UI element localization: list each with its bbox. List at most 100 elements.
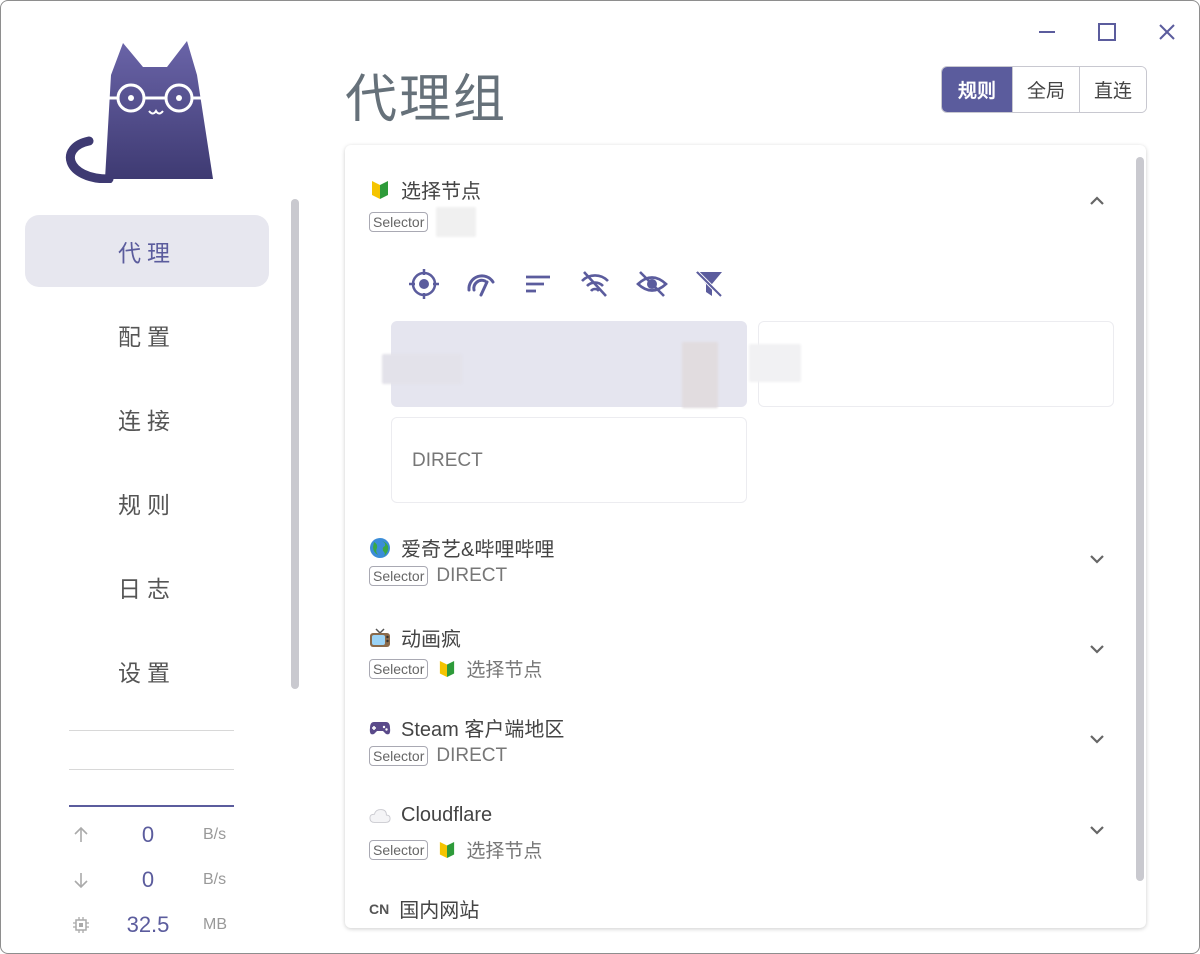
memory-usage-unit: MB (203, 916, 227, 933)
sidebar-item-label: 连接 (118, 408, 176, 434)
proxy-group-header[interactable]: 动画疯 Selector 选择节点 (369, 623, 1109, 693)
group-name: 爱奇艺&哔哩哔哩 (401, 539, 555, 561)
download-speed-value: 0 (141, 867, 155, 892)
mode-global-button[interactable]: 全局 (1012, 67, 1079, 112)
traffic-graph-baseline (69, 805, 234, 807)
sidebar-item-label: 设置 (118, 660, 176, 686)
window-controls (1029, 15, 1185, 49)
sidebar: 代理 配置 连接 规则 日志 设置 0 B/s 0 B/s 32.5 MB (1, 1, 301, 953)
beginner-badge-icon (436, 658, 458, 680)
eye-off-icon (636, 271, 668, 297)
chevron-down-icon[interactable] (1085, 637, 1109, 661)
chevron-down-icon[interactable] (1085, 547, 1109, 571)
wifi-off-icon (581, 271, 609, 297)
group-name: Steam 客户端地区 (401, 719, 565, 741)
game-controller-icon (369, 717, 391, 739)
filter-off-button[interactable] (692, 267, 726, 301)
memory-chip-icon (69, 913, 93, 937)
test-url-button[interactable] (578, 267, 612, 301)
sidebar-item-proxy[interactable]: 代理 (25, 215, 269, 287)
sort-icon (526, 275, 550, 293)
group-name: 国内网站 (399, 900, 480, 922)
proxy-card-selected[interactable] (382, 321, 747, 408)
app-window: 代理 配置 连接 规则 日志 设置 0 B/s 0 B/s 32.5 MB 代理… (0, 0, 1200, 954)
sidebar-nav: 代理 配置 连接 规则 日志 设置 (25, 215, 269, 719)
memory-usage: 32.5 MB (69, 910, 239, 940)
proxy-group-header[interactable]: Steam 客户端地区 Selector DIRECT (369, 713, 1109, 783)
arrow-up-icon (69, 823, 93, 847)
proxy-groups-panel: 选择节点 Selector DIRECT 爱奇艺&哔哩哔哩 Selector D… (345, 145, 1146, 928)
memory-usage-value: 32.5 (126, 912, 170, 937)
chevron-up-icon[interactable] (1085, 189, 1109, 213)
mode-direct-button[interactable]: 直连 (1079, 67, 1146, 112)
sidebar-item-logs[interactable]: 日志 (25, 551, 269, 623)
upload-speed-unit: B/s (203, 826, 227, 843)
minimize-button[interactable] (1029, 15, 1065, 49)
traffic-graph-gridline (69, 769, 234, 770)
proxy-card[interactable]: DIRECT (391, 417, 747, 503)
traffic-graph-gridline (69, 730, 234, 731)
group-type-badge: Selector (369, 746, 429, 766)
close-button[interactable] (1149, 15, 1185, 49)
sidebar-item-profiles[interactable]: 配置 (25, 299, 269, 371)
current-node: 选择节点 (466, 841, 543, 862)
chevron-down-icon[interactable] (1085, 818, 1109, 842)
group-type-badge: Selector (369, 658, 429, 679)
upload-speed-value: 0 (141, 822, 155, 847)
proxy-group-header[interactable]: 选择节点 Selector (369, 175, 1109, 245)
panel-scrollbar[interactable] (1136, 157, 1144, 881)
group-type-badge: Selector (369, 839, 429, 860)
redacted-block (682, 342, 718, 408)
beginner-badge-icon (369, 179, 391, 201)
group-type-badge: Selector (369, 212, 429, 232)
proxy-group-header[interactable]: CN 国内网站 (369, 894, 1109, 928)
mode-rule-button[interactable]: 规则 (942, 67, 1012, 112)
proxy-mode-switch: 规则 全局 直连 (941, 66, 1147, 113)
sort-button[interactable] (521, 267, 555, 301)
cloud-icon (369, 805, 391, 827)
upload-speed: 0 B/s (69, 820, 239, 850)
cat-logo-icon (66, 41, 213, 183)
hide-unavailable-button[interactable] (635, 267, 669, 301)
sidebar-item-label: 代理 (118, 240, 176, 266)
cn-flag-icon: CN (369, 900, 390, 917)
group-type-badge: Selector (369, 566, 429, 586)
proxy-name: DIRECT (412, 450, 483, 471)
download-speed: 0 B/s (69, 865, 239, 895)
speed-test-icon (467, 274, 495, 297)
sidebar-item-label: 规则 (118, 492, 176, 518)
beginner-badge-icon (436, 839, 458, 861)
maximize-icon (1098, 23, 1116, 41)
sidebar-item-rules[interactable]: 规则 (25, 467, 269, 539)
locate-button[interactable] (407, 267, 441, 301)
filter-off-icon (695, 270, 723, 298)
sidebar-item-connections[interactable]: 连接 (25, 383, 269, 455)
television-icon (369, 627, 391, 649)
group-name: 动画疯 (401, 629, 461, 651)
group-name: Cloudflare (401, 804, 493, 826)
maximize-button[interactable] (1089, 15, 1125, 49)
arrow-down-icon (69, 868, 93, 892)
speed-test-button[interactable] (464, 267, 498, 301)
group-name: 选择节点 (401, 181, 481, 203)
current-node-redacted (436, 207, 477, 237)
current-node: DIRECT (436, 565, 508, 586)
close-icon (1159, 24, 1175, 40)
download-speed-unit: B/s (203, 871, 227, 888)
sidebar-item-label: 日志 (118, 576, 176, 602)
proxy-group-header[interactable]: 爱奇艺&哔哩哔哩 Selector DIRECT (369, 533, 1109, 603)
proxy-card[interactable] (749, 321, 1114, 407)
chevron-down-icon[interactable] (1085, 727, 1109, 751)
globe-icon (369, 537, 391, 559)
group-toolbar (407, 267, 726, 301)
redacted-block (749, 344, 801, 382)
current-node: 选择节点 (466, 660, 543, 681)
page-title: 代理组 (345, 71, 508, 129)
sidebar-scrollbar[interactable] (291, 199, 299, 689)
sidebar-item-settings[interactable]: 设置 (25, 635, 269, 707)
minimize-icon (1039, 31, 1055, 33)
proxy-group-header[interactable]: Cloudflare Selector 选择节点 (369, 804, 1109, 874)
sidebar-item-label: 配置 (118, 324, 176, 350)
redacted-block (382, 354, 462, 384)
locate-icon (409, 269, 439, 299)
